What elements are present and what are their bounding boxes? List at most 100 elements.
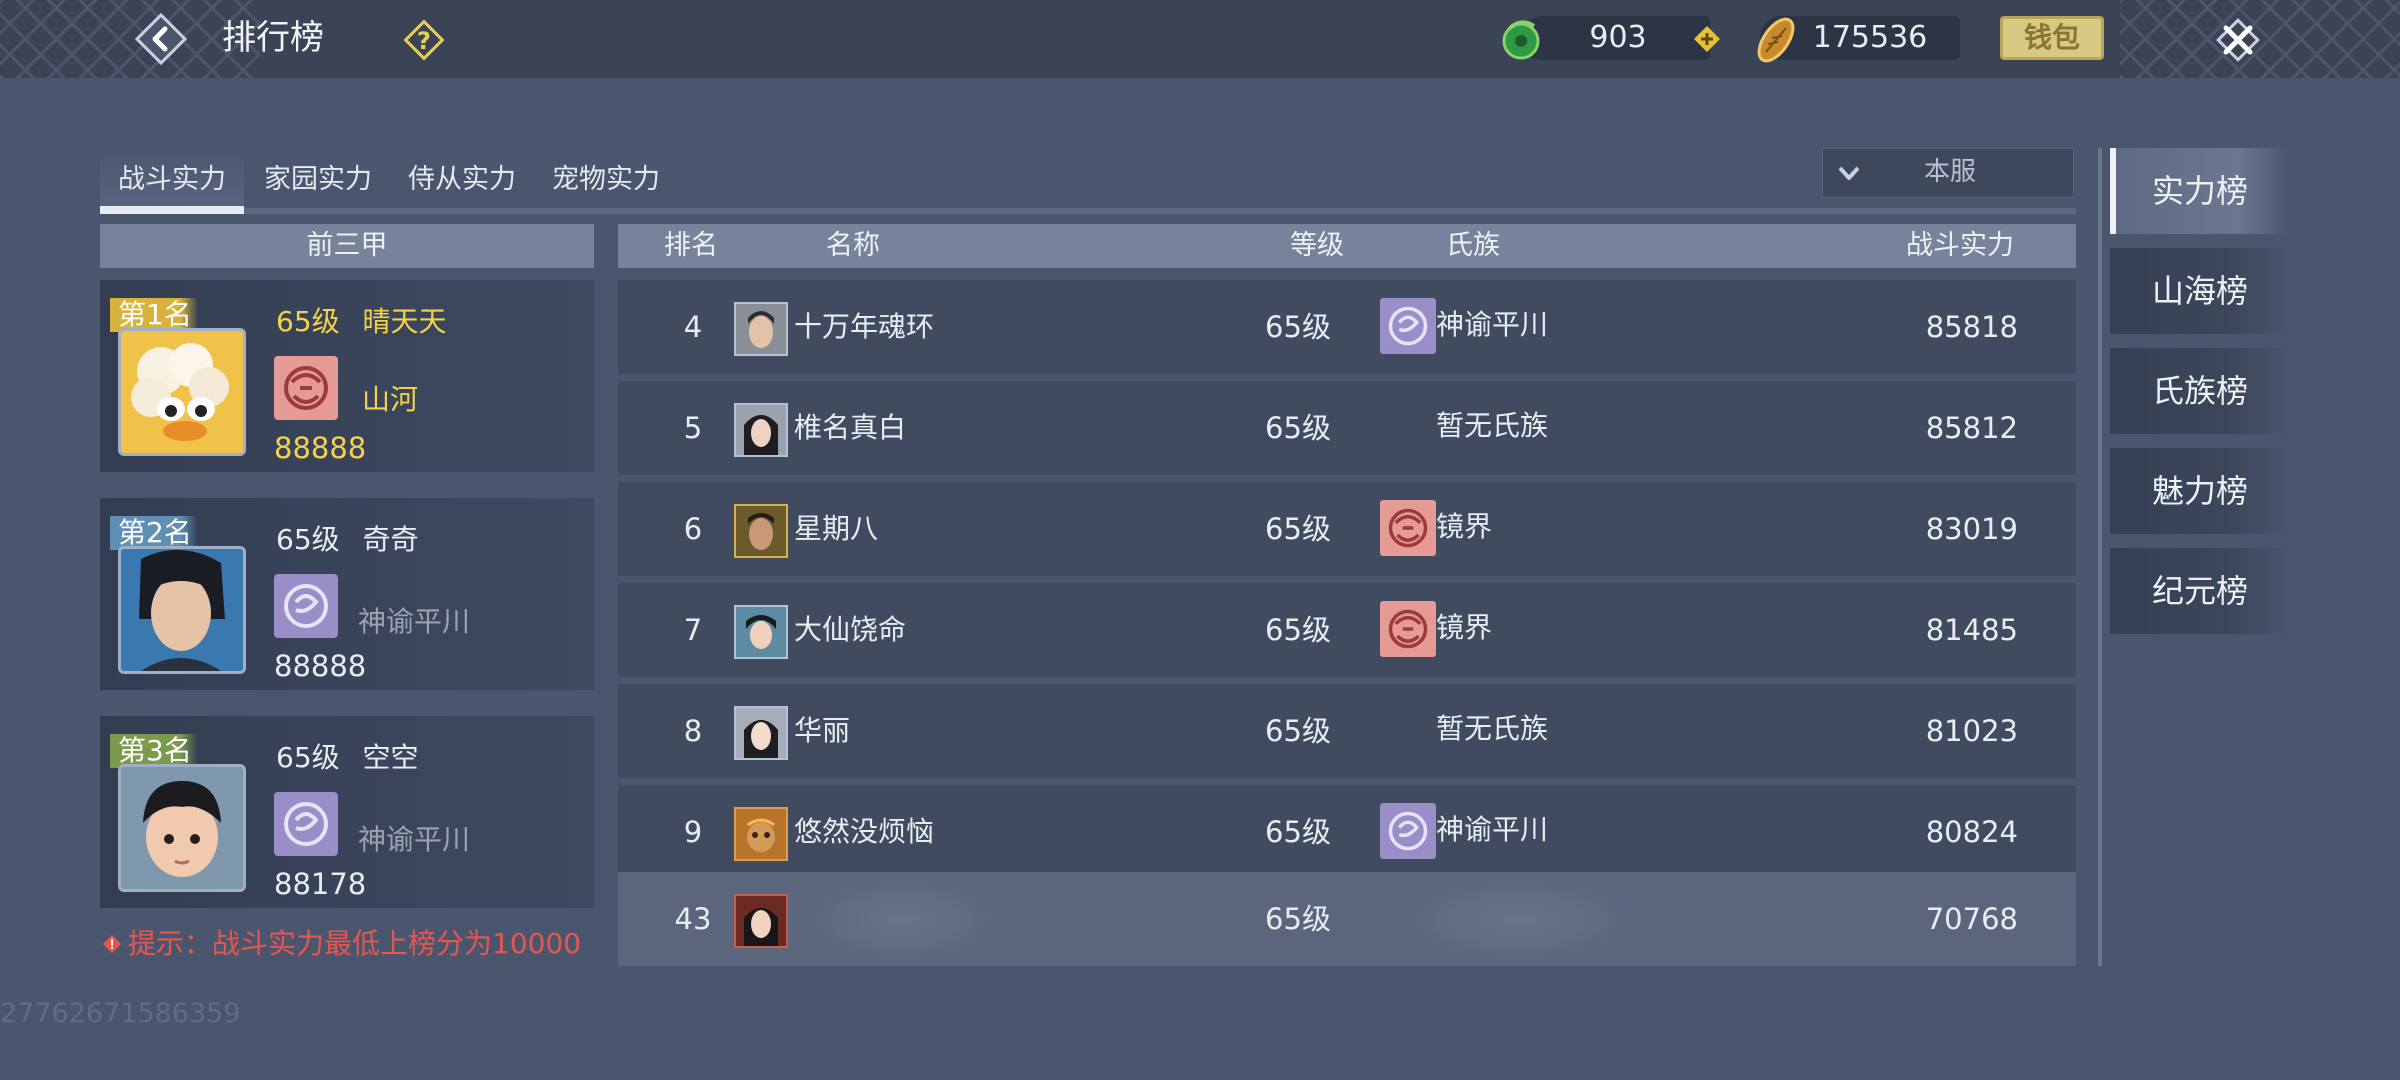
clan-cell: 镜界 xyxy=(1436,611,1493,644)
power-cell: 81023 xyxy=(1925,714,2018,748)
jade-icon xyxy=(1496,14,1546,64)
clan-cell: 暂无氏族 xyxy=(1436,712,1549,745)
side-nav-power[interactable]: 实力榜 xyxy=(2110,148,2290,234)
clan-cell: 神谕平川 xyxy=(1436,308,1549,341)
clan-name: 神谕平川 xyxy=(358,823,471,856)
coin-amount: 175536 xyxy=(1812,20,1928,55)
player-name: 悠然没烦恼 xyxy=(794,815,935,848)
page-title: 排行榜 xyxy=(222,18,324,58)
rank-flag: 第1名 xyxy=(110,298,198,332)
avatar xyxy=(734,302,788,356)
column-header-level: 等级 xyxy=(1290,230,1344,261)
top3-level-name: 65级 空空 xyxy=(276,738,419,778)
player-name: 晴天天 xyxy=(362,305,447,338)
avatar xyxy=(118,328,246,456)
level-cell: 65级 xyxy=(1265,613,1331,647)
wallet-button[interactable]: 钱包 xyxy=(2000,16,2104,60)
player-name: 大仙饶命 xyxy=(794,613,907,646)
tab-home-power[interactable]: 家园实力 xyxy=(248,152,388,212)
rank-flag: 第3名 xyxy=(110,734,198,768)
tab-attendant-power[interactable]: 侍从实力 xyxy=(392,152,532,212)
help-button[interactable]: ? xyxy=(402,18,446,62)
top3-card-1[interactable]: 第1名 65级 晴天天 山河 88888 xyxy=(100,280,594,472)
player-name: 空空 xyxy=(362,741,419,774)
table-row[interactable]: 4 十万年魂环 65级 神谕平川 85818 xyxy=(618,280,2076,374)
avatar xyxy=(734,894,788,948)
clan-cell: 神谕平川 xyxy=(1436,813,1549,846)
clan-badge-purple xyxy=(274,792,338,856)
table-row[interactable]: 7 大仙饶命 65级 镜界 81485 xyxy=(618,583,2076,677)
power-cell: 85818 xyxy=(1925,310,2018,344)
name-redacted-blur xyxy=(802,878,1002,962)
tab-pet-power[interactable]: 宠物实力 xyxy=(536,152,676,212)
player-level: 65级 xyxy=(276,741,340,774)
top3-score: 88888 xyxy=(274,431,367,465)
top-left-ornament xyxy=(0,0,260,78)
table-row[interactable]: 8 华丽 65级 暂无氏族 81023 xyxy=(618,684,2076,778)
power-cell: 70768 xyxy=(1925,902,2018,936)
power-cell: 80824 xyxy=(1925,815,2018,849)
back-arrow-icon xyxy=(134,12,188,66)
my-rank-row[interactable]: 43 65级 70768 xyxy=(618,872,2076,966)
level-cell: 65级 xyxy=(1265,902,1331,936)
top3-header: 前三甲 xyxy=(100,224,594,268)
plus-icon xyxy=(1694,26,1720,52)
side-nav-shanhai[interactable]: 山海榜 xyxy=(2110,248,2290,334)
chevron-down-icon xyxy=(1836,160,1862,186)
side-nav-era[interactable]: 纪元榜 xyxy=(2110,548,2290,634)
power-cell: 83019 xyxy=(1925,512,2018,546)
clan-badge-purple xyxy=(274,574,338,638)
table-row[interactable]: 5 椎名真白 65级 暂无氏族 85812 xyxy=(618,381,2076,475)
clan-redacted-blur xyxy=(1398,878,1638,962)
coin-icon xyxy=(1748,12,1804,68)
top3-card-2[interactable]: 第2名 65级 奇奇 神谕平川 88888 xyxy=(100,498,594,690)
clan-cell: 镜界 xyxy=(1436,510,1493,543)
avatar xyxy=(118,546,246,674)
avatar xyxy=(734,807,788,861)
clan-badge-red xyxy=(1380,500,1436,556)
column-header-rank: 排名 xyxy=(664,230,718,261)
side-nav-clan[interactable]: 氏族榜 xyxy=(2110,348,2290,434)
add-currency-button[interactable] xyxy=(1692,24,1722,54)
clan-badge-red xyxy=(1380,601,1436,657)
avatar xyxy=(734,706,788,760)
level-cell: 65级 xyxy=(1265,411,1331,445)
avatar xyxy=(734,403,788,457)
avatar xyxy=(734,504,788,558)
clan-name: 山河 xyxy=(362,383,419,416)
close-icon xyxy=(2216,18,2260,62)
svg-text:?: ? xyxy=(417,27,431,55)
clan-badge-purple xyxy=(1380,803,1436,859)
clan-cell: 暂无氏族 xyxy=(1436,409,1549,442)
top3-level-name: 65级 晴天天 xyxy=(276,302,447,342)
question-icon: ? xyxy=(403,19,445,61)
clan-badge-purple xyxy=(1380,298,1436,354)
level-cell: 65级 xyxy=(1265,815,1331,849)
level-cell: 65级 xyxy=(1265,714,1331,748)
clan-badge-red xyxy=(274,356,338,420)
level-cell: 65级 xyxy=(1265,310,1331,344)
avatar xyxy=(734,605,788,659)
top3-score: 88178 xyxy=(274,867,367,901)
warning-icon xyxy=(102,934,122,954)
table-row[interactable]: 6 星期八 65级 镜界 83019 xyxy=(618,482,2076,576)
top3-card-3[interactable]: 第3名 65级 空空 神谕平川 88178 xyxy=(100,716,594,908)
scrollbar[interactable] xyxy=(2098,148,2102,966)
tab-combat-power[interactable]: 战斗实力 xyxy=(100,152,244,212)
top3-level-name: 65级 奇奇 xyxy=(276,520,419,560)
player-name: 十万年魂环 xyxy=(794,310,935,343)
table-row[interactable]: 9 悠然没烦恼 65级 神谕平川 80824 xyxy=(618,785,2076,879)
player-name: 星期八 xyxy=(794,512,879,545)
player-level: 65级 xyxy=(276,305,340,338)
clan-name: 神谕平川 xyxy=(358,605,471,638)
player-name: 奇奇 xyxy=(362,523,419,556)
top3-score: 88888 xyxy=(274,649,367,683)
table-header: 排名 名称 等级 氏族 战斗实力 xyxy=(618,224,2076,268)
server-filter-value: 本服 xyxy=(1923,157,1976,187)
avatar xyxy=(118,764,246,892)
player-name: 椎名真白 xyxy=(794,411,907,444)
side-nav-charm[interactable]: 魅力榜 xyxy=(2110,448,2290,534)
close-button[interactable] xyxy=(2208,10,2268,70)
column-header-clan: 氏族 xyxy=(1446,230,1500,261)
back-button[interactable] xyxy=(132,10,190,68)
